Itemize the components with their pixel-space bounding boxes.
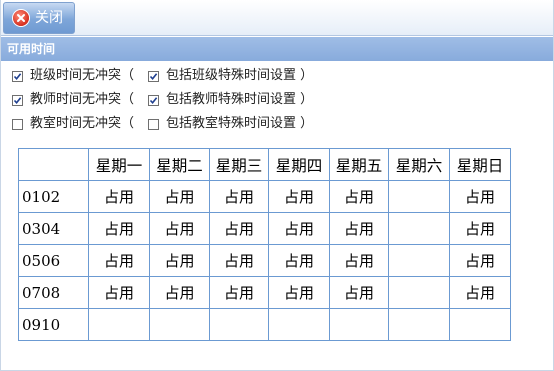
slot-cell[interactable]: 占用 (329, 180, 389, 213)
option-label: 包括教室特殊时间设置 ） (166, 116, 314, 131)
day-header: 星期六 (388, 148, 450, 181)
table-row: 0708 占用 占用 占用 占用 占用 占用 (18, 276, 511, 309)
option-teacher-no-conflict[interactable]: 教师时间无冲突（ (12, 92, 134, 108)
class-no-conflict-checkbox[interactable] (12, 70, 23, 82)
slot-cell[interactable]: 占用 (449, 212, 511, 245)
day-header: 星期一 (88, 148, 150, 181)
slot-cell[interactable] (268, 308, 330, 341)
slot-cell[interactable] (388, 244, 450, 277)
table-row: 0304 占用 占用 占用 占用 占用 占用 (18, 212, 511, 245)
slot-cell[interactable]: 占用 (329, 212, 389, 245)
period-label: 0708 (18, 276, 89, 309)
slot-cell[interactable]: 占用 (329, 244, 389, 277)
slot-cell[interactable]: 占用 (149, 244, 210, 277)
day-header: 星期二 (149, 148, 210, 181)
period-label: 0102 (18, 180, 89, 213)
option-room-no-conflict[interactable]: 教室时间无冲突（ (12, 116, 134, 132)
slot-cell[interactable]: 占用 (209, 244, 269, 277)
option-label: 包括班级特殊时间设置 ） (166, 68, 314, 83)
check-mark-icon (13, 96, 22, 104)
option-label: 班级时间无冲突（ (30, 68, 135, 83)
slot-cell[interactable] (388, 212, 450, 245)
option-class-no-conflict[interactable]: 班级时间无冲突（ (12, 68, 134, 84)
table-row: 0102 占用 占用 占用 占用 占用 占用 (18, 180, 511, 213)
day-header: 星期日 (449, 148, 511, 181)
table-header-row: 星期一 星期二 星期三 星期四 星期五 星期六 星期日 (18, 148, 511, 181)
include-room-special-checkbox[interactable] (148, 118, 159, 130)
close-button-label: 关闭 (35, 10, 63, 26)
slot-cell[interactable]: 占用 (449, 180, 511, 213)
day-header: 星期四 (268, 148, 330, 181)
slot-cell[interactable] (388, 308, 450, 341)
slot-cell[interactable] (388, 180, 450, 213)
slot-cell[interactable]: 占用 (209, 212, 269, 245)
table-row: 0506 占用 占用 占用 占用 占用 占用 (18, 244, 511, 277)
check-mark-icon (13, 72, 22, 80)
option-include-room-special[interactable]: 包括教室特殊时间设置 ） (148, 116, 313, 132)
slot-cell[interactable]: 占用 (88, 244, 150, 277)
slot-cell[interactable]: 占用 (209, 180, 269, 213)
period-label: 0304 (18, 212, 89, 245)
slot-cell[interactable] (149, 308, 210, 341)
room-no-conflict-checkbox[interactable] (12, 118, 23, 130)
slot-cell[interactable]: 占用 (329, 276, 389, 309)
slot-cell[interactable]: 占用 (88, 212, 150, 245)
option-label: 包括教师特殊时间设置 ） (166, 92, 314, 107)
slot-cell[interactable]: 占用 (268, 212, 330, 245)
available-time-panel: 关闭 可用时间 班级时间无冲突（ 包括班级特殊时间设置 ） 教师时间无冲突（ 包… (0, 0, 554, 371)
slot-cell[interactable]: 占用 (268, 180, 330, 213)
slot-cell[interactable]: 占用 (209, 276, 269, 309)
close-button[interactable]: 关闭 (3, 2, 75, 34)
check-mark-icon (149, 96, 158, 104)
slot-cell[interactable]: 占用 (449, 244, 511, 277)
option-include-class-special[interactable]: 包括班级特殊时间设置 ） (148, 68, 313, 84)
include-class-special-checkbox[interactable] (148, 70, 159, 82)
period-label: 0910 (18, 308, 89, 341)
toolbar: 关闭 (1, 0, 553, 36)
day-header: 星期五 (329, 148, 389, 181)
slot-cell[interactable] (209, 308, 269, 341)
corner-cell (18, 148, 89, 181)
table-row: 0910 (18, 308, 511, 341)
slot-cell[interactable] (388, 276, 450, 309)
option-include-teacher-special[interactable]: 包括教师特殊时间设置 ） (148, 92, 313, 108)
check-mark-icon (149, 72, 158, 80)
slot-cell[interactable]: 占用 (88, 180, 150, 213)
slot-cell[interactable] (449, 308, 511, 341)
slot-cell[interactable]: 占用 (149, 180, 210, 213)
day-header: 星期三 (209, 148, 269, 181)
section-title: 可用时间 (1, 37, 553, 61)
slot-cell[interactable]: 占用 (149, 276, 210, 309)
option-label: 教师时间无冲突（ (30, 92, 135, 107)
slot-cell[interactable]: 占用 (268, 244, 330, 277)
include-teacher-special-checkbox[interactable] (148, 94, 159, 106)
slot-cell[interactable]: 占用 (149, 212, 210, 245)
option-label: 教室时间无冲突（ (30, 116, 135, 131)
teacher-no-conflict-checkbox[interactable] (12, 94, 23, 106)
slot-cell[interactable]: 占用 (88, 276, 150, 309)
slot-cell[interactable] (88, 308, 150, 341)
slot-cell[interactable] (329, 308, 389, 341)
slot-cell[interactable]: 占用 (449, 276, 511, 309)
close-icon (13, 10, 29, 26)
schedule-table: 星期一 星期二 星期三 星期四 星期五 星期六 星期日 0102 占用 占用 占… (18, 148, 511, 341)
slot-cell[interactable]: 占用 (268, 276, 330, 309)
period-label: 0506 (18, 244, 89, 277)
